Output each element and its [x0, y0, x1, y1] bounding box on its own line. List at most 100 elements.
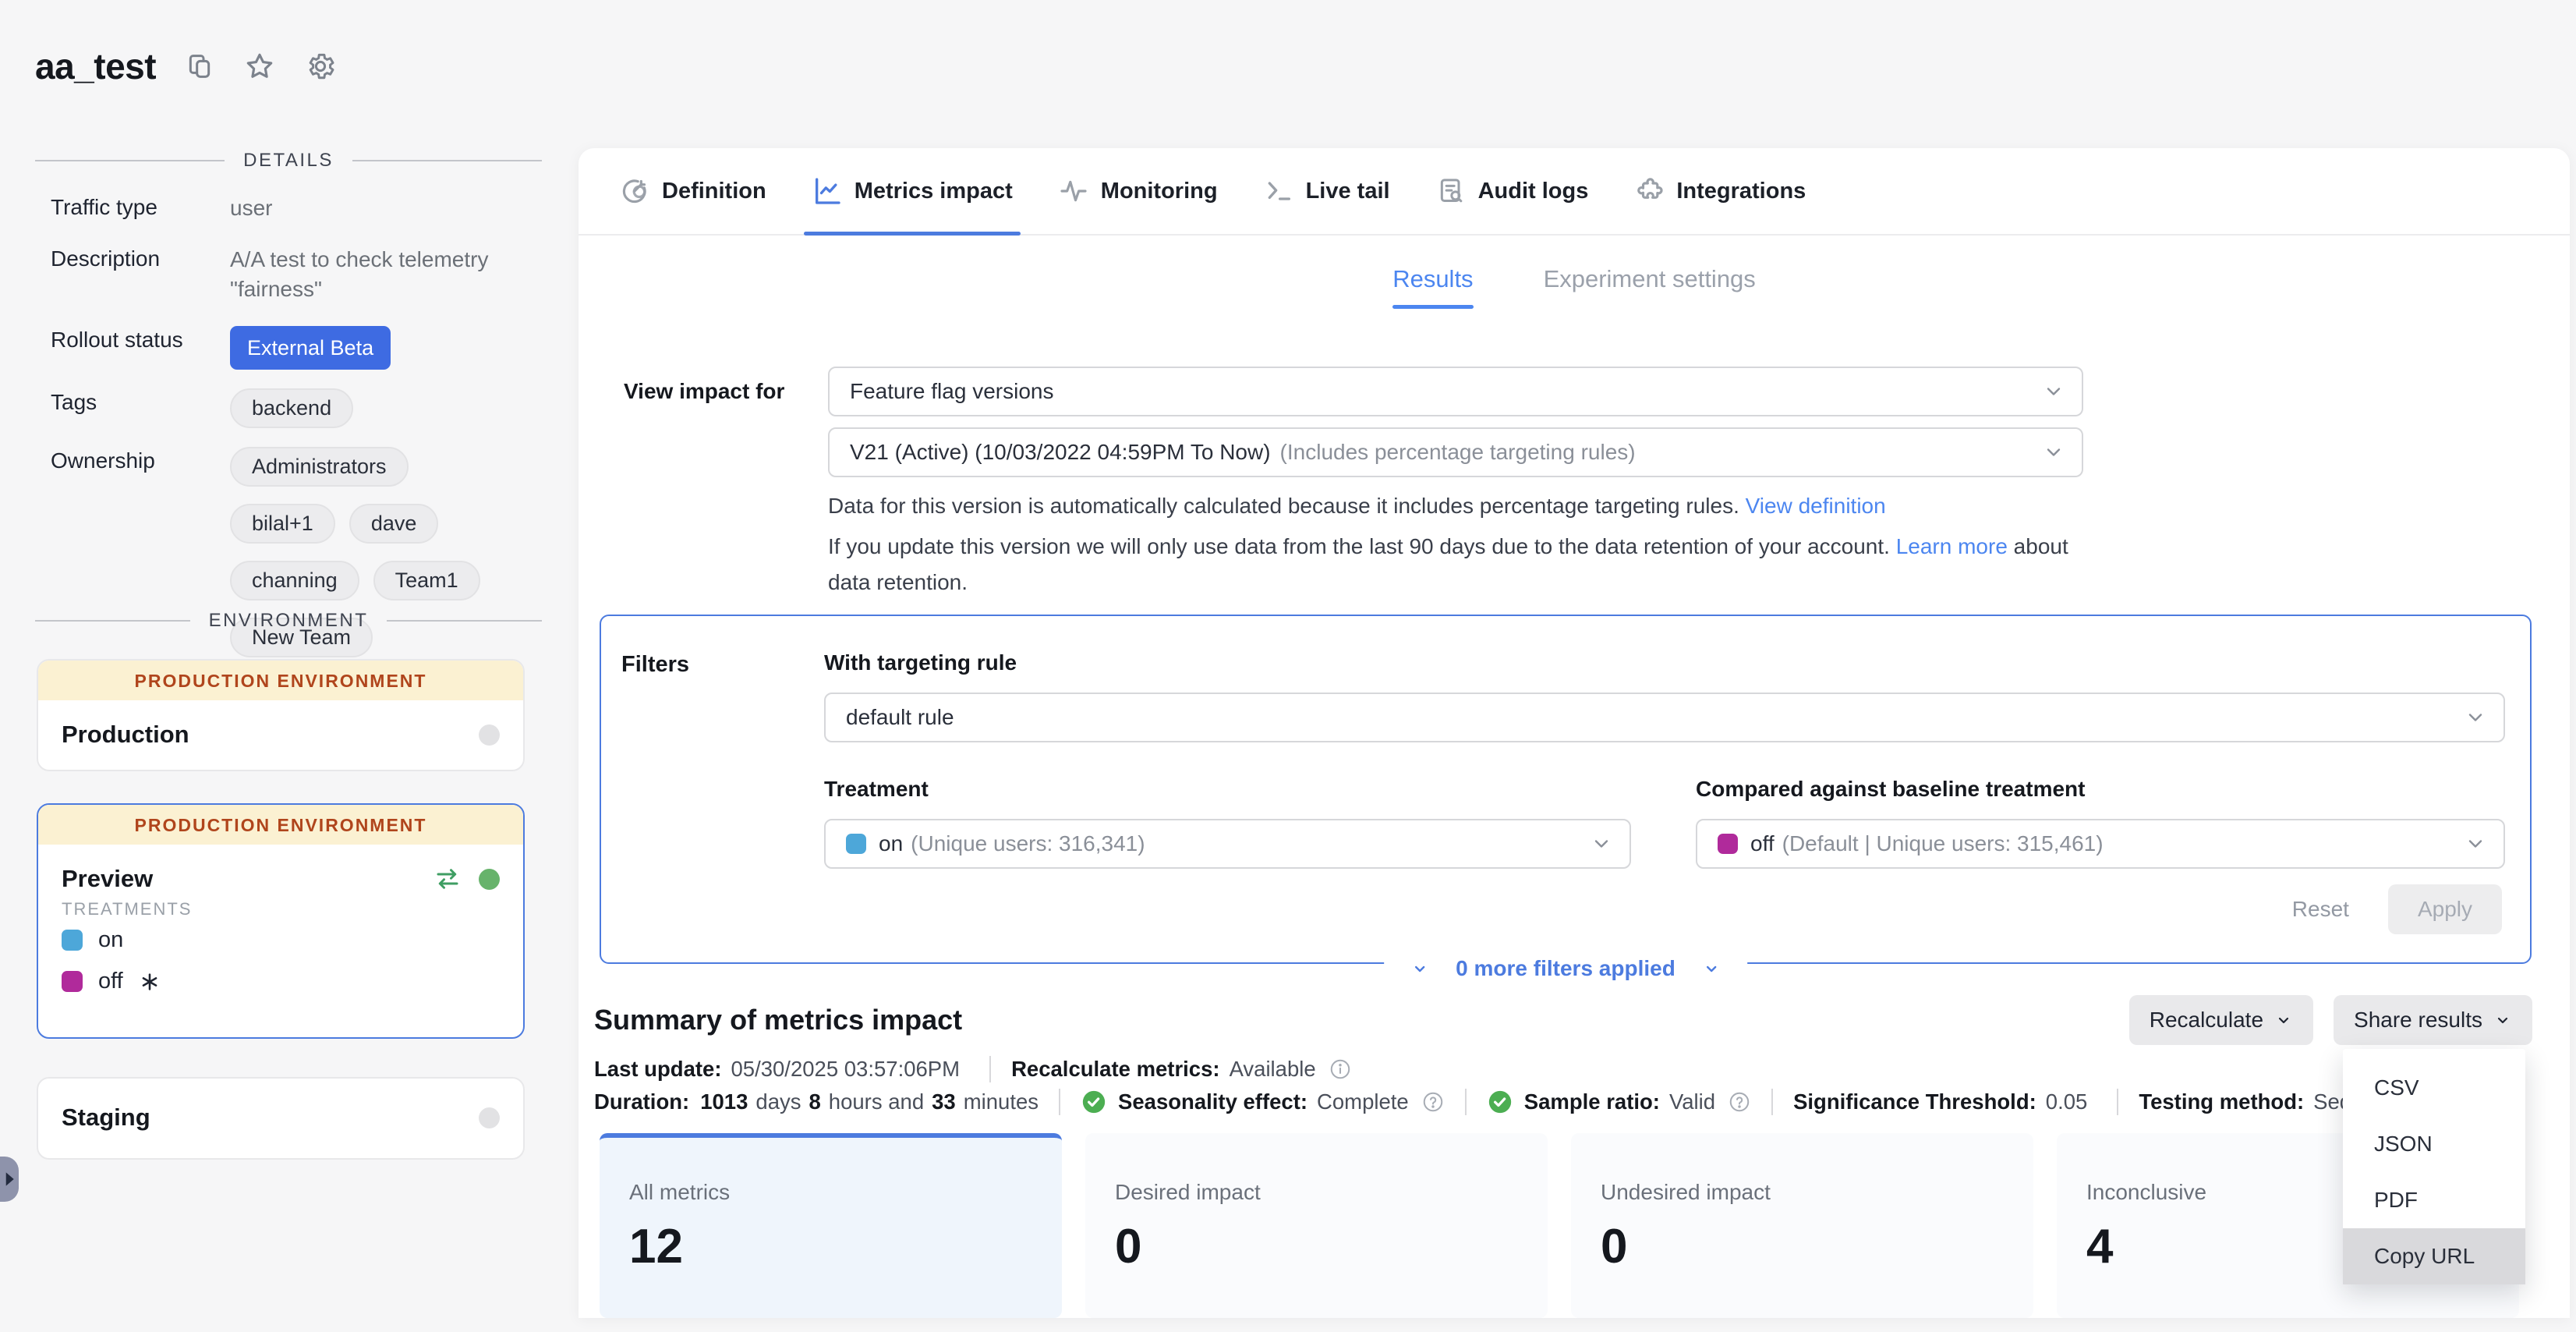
copy-icon[interactable] — [184, 51, 215, 82]
star-icon[interactable] — [243, 50, 276, 83]
chevron-down-icon — [1591, 833, 1612, 855]
metric-card-value: 0 — [1115, 1219, 1518, 1274]
more-filters-toggle[interactable]: 0 more filters applied — [1384, 956, 1747, 981]
subtab-results[interactable]: Results — [1392, 265, 1473, 309]
tab-monitoring[interactable]: Monitoring — [1058, 148, 1218, 234]
share-menu-item-csv[interactable]: CSV — [2343, 1060, 2525, 1116]
last-update-value: 05/30/2025 03:57:06PM — [731, 1057, 960, 1082]
recalculate-button[interactable]: Recalculate — [2129, 995, 2313, 1045]
tags-row: Tags backend — [51, 388, 534, 428]
version-note: (Includes percentage targeting rules) — [1280, 440, 1636, 465]
metric-card-desired-impact[interactable]: Desired impact 0 — [1085, 1133, 1548, 1318]
baseline-select[interactable]: off (Default | Unique users: 315,461) — [1696, 819, 2505, 869]
details-section-label: DETAILS — [243, 150, 334, 172]
tab-label: Metrics impact — [855, 179, 1013, 204]
share-results-button[interactable]: Share results — [2334, 995, 2532, 1045]
chevron-down-icon — [2465, 833, 2486, 855]
check-circle-icon — [1487, 1089, 1513, 1115]
tab-live-tail[interactable]: Live tail — [1263, 148, 1390, 234]
targeting-rule-label: With targeting rule — [824, 650, 2505, 675]
metric-summary-cards: All metrics 12 Desired impact 0 Undesire… — [600, 1133, 2519, 1318]
subtab-experiment-settings[interactable]: Experiment settings — [1544, 265, 1756, 309]
tab-audit-logs[interactable]: Audit logs — [1435, 148, 1589, 234]
status-dot-green — [479, 869, 500, 890]
significance-threshold-label: Significance Threshold: — [1793, 1089, 2036, 1114]
duration-hours: 8 — [809, 1089, 821, 1114]
description-value: A/A test to check telemetry "fairness" — [230, 245, 518, 304]
treatment-on-swatch — [846, 834, 866, 854]
metric-card-label: Undesired impact — [1601, 1180, 2004, 1205]
more-filters-label: 0 more filters applied — [1456, 956, 1675, 981]
metric-card-label: Desired impact — [1115, 1180, 1518, 1205]
environment-section-label: ENVIRONMENT — [209, 610, 369, 632]
tag-pill[interactable]: backend — [230, 388, 353, 428]
owner-pill[interactable]: channing — [230, 561, 359, 600]
env-card-preview[interactable]: PRODUCTION ENVIRONMENT Preview TREATMENT… — [37, 803, 525, 1039]
chevron-down-icon — [1702, 959, 1721, 978]
share-menu-item-json[interactable]: JSON — [2343, 1116, 2525, 1172]
owner-pill[interactable]: Administrators — [230, 447, 409, 487]
tab-definition[interactable]: Definition — [619, 148, 766, 234]
impact-type-select[interactable]: Feature flag versions — [828, 367, 2083, 416]
chevron-down-icon — [2465, 707, 2486, 728]
environment-section-divider: ENVIRONMENT — [35, 610, 542, 632]
production-environment-header: PRODUCTION ENVIRONMENT — [38, 805, 523, 845]
version-select[interactable]: V21 (Active) (10/03/2022 04:59PM To Now)… — [828, 427, 2083, 477]
auto-calc-helper-text: Data for this version is automatically c… — [828, 488, 2083, 524]
env-card-staging[interactable]: Staging — [37, 1077, 525, 1160]
treatment-on-row: on — [38, 919, 523, 961]
default-treatment-asterisk-icon — [139, 971, 161, 993]
sample-ratio-label: Sample ratio: — [1524, 1089, 1660, 1114]
targeting-rule-select[interactable]: default rule — [824, 693, 2505, 742]
sidebar-expand-handle[interactable] — [0, 1157, 19, 1202]
tab-metrics-impact[interactable]: Metrics impact — [812, 148, 1013, 234]
info-circle-icon[interactable] — [1329, 1057, 1352, 1081]
metrics-impact-icon — [812, 175, 843, 207]
reset-button[interactable]: Reset — [2292, 897, 2349, 922]
treatment-select[interactable]: on (Unique users: 316,341) — [824, 819, 1631, 869]
treatment-filter-label: Treatment — [824, 777, 1631, 802]
metric-card-undesired-impact[interactable]: Undesired impact 0 — [1571, 1133, 2033, 1318]
tab-bar: Definition Metrics impact Monitoring Liv… — [579, 148, 2570, 236]
details-panel: Traffic type user Description A/A test t… — [51, 193, 534, 679]
description-label: Description — [51, 245, 230, 304]
env-card-production[interactable]: PRODUCTION ENVIRONMENT Production — [37, 659, 525, 771]
tags-label: Tags — [51, 388, 230, 428]
learn-more-link[interactable]: Learn more — [1896, 534, 2008, 558]
tab-label: Audit logs — [1478, 179, 1589, 204]
status-dot-gray — [479, 1107, 500, 1128]
tab-label: Integrations — [1676, 179, 1806, 204]
gear-icon[interactable] — [304, 50, 337, 83]
sidebar: aa_test DETAILS Traffic type user Descri… — [0, 0, 577, 1332]
share-results-menu: CSV JSON PDF Copy URL — [2343, 1049, 2525, 1284]
rollout-status-label: Rollout status — [51, 326, 230, 370]
share-menu-item-pdf[interactable]: PDF — [2343, 1172, 2525, 1228]
chevron-down-icon — [2043, 441, 2065, 463]
question-circle-icon[interactable] — [1421, 1090, 1445, 1114]
treatment-off-swatch — [62, 971, 83, 992]
env-name-production: Production — [62, 721, 479, 749]
page-title: aa_test — [35, 45, 156, 87]
env-name-preview: Preview — [62, 865, 433, 893]
duration-minutes-unit: minutes — [964, 1089, 1039, 1114]
owner-pill[interactable]: dave — [349, 504, 439, 544]
view-definition-link[interactable]: View definition — [1746, 494, 1886, 518]
treatments-label: TREATMENTS — [38, 899, 523, 919]
description-row: Description A/A test to check telemetry … — [51, 245, 534, 304]
chevron-down-icon — [1410, 959, 1429, 978]
share-menu-item-copy-url[interactable]: Copy URL — [2343, 1228, 2525, 1284]
traffic-type-row: Traffic type user — [51, 193, 534, 223]
rollout-status-badge[interactable]: External Beta — [230, 326, 391, 370]
owner-pill[interactable]: Team1 — [373, 561, 480, 600]
treatment-select-name: on — [879, 831, 903, 856]
apply-button[interactable]: Apply — [2388, 884, 2502, 934]
filters-label: Filters — [621, 650, 824, 869]
duration-label: Duration: — [594, 1089, 689, 1114]
metric-card-all-metrics[interactable]: All metrics 12 — [600, 1133, 1062, 1318]
check-circle-icon — [1081, 1089, 1107, 1115]
duration-days-unit: days — [755, 1089, 801, 1114]
owner-pill[interactable]: bilal+1 — [230, 504, 335, 544]
tab-integrations[interactable]: Integrations — [1633, 148, 1806, 234]
question-circle-icon[interactable] — [1728, 1090, 1751, 1114]
treatment-on-swatch — [62, 930, 83, 951]
